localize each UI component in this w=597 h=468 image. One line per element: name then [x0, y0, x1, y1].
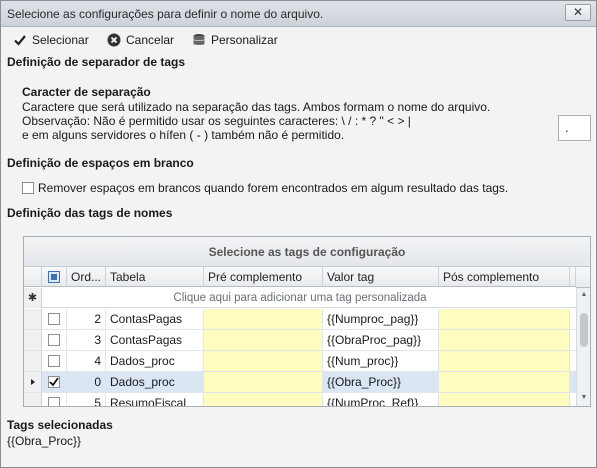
separator-input[interactable]: .: [558, 115, 591, 141]
scroll-down-icon[interactable]: ▼: [580, 394, 588, 402]
cell-valor-tag[interactable]: {{NumProc_Ref}}: [323, 393, 439, 406]
dialog-window: Selecione as configurações para definir …: [0, 0, 597, 468]
select-all-header[interactable]: [42, 267, 67, 287]
cell-tabela[interactable]: ResumoFiscal: [106, 393, 204, 406]
cell-pre-complemento[interactable]: [204, 372, 323, 392]
row-select-cell: [42, 372, 67, 392]
close-button[interactable]: ✕: [565, 4, 591, 21]
checkmark-icon: [49, 377, 59, 387]
row-select-cell: [42, 309, 67, 329]
current-row-icon: [31, 379, 35, 385]
new-row[interactable]: ✱ Clique aqui para adicionar uma tag per…: [24, 288, 576, 308]
cell-tabela[interactable]: Dados_proc: [106, 351, 204, 371]
table-row[interactable]: 3 ContasPagas {{ObraProc_pag}}: [24, 330, 576, 351]
window-title: Selecione as configurações para definir …: [7, 7, 324, 21]
cell-pre-complemento[interactable]: [204, 309, 323, 329]
cell-pos-complemento[interactable]: [439, 330, 570, 350]
whitespace-heading: Definição de espaços em branco: [7, 156, 194, 170]
cancel-icon: [107, 33, 121, 47]
row-select-cell: [42, 330, 67, 350]
selected-heading: Tags selecionadas: [7, 418, 113, 432]
row-checkbox[interactable]: [48, 376, 60, 388]
row-indicator[interactable]: [24, 372, 42, 392]
row-indicator[interactable]: [24, 309, 42, 329]
cell-pos-complemento[interactable]: [439, 393, 570, 406]
cell-pos-complemento[interactable]: [439, 309, 570, 329]
row-checkbox[interactable]: [48, 334, 60, 346]
cell-valor-tag[interactable]: {{ObraProc_pag}}: [323, 330, 439, 350]
cell-tabela[interactable]: Dados_proc: [106, 372, 204, 392]
row-indicator[interactable]: [24, 393, 42, 406]
scroll-thumb[interactable]: [580, 313, 588, 347]
cell-ord[interactable]: 3: [67, 330, 106, 350]
column-header-valor[interactable]: Valor tag: [323, 267, 439, 287]
title-bar: Selecione as configurações para definir …: [1, 1, 596, 27]
cell-valor-tag[interactable]: {{Numproc_pag}}: [323, 309, 439, 329]
cell-ord[interactable]: 2: [67, 309, 106, 329]
separator-heading: Definição de separador de tags: [7, 55, 186, 69]
row-indicator[interactable]: [24, 351, 42, 371]
row-indicator-header: [24, 267, 42, 287]
tags-heading: Definição das tags de nomes: [7, 206, 173, 220]
separator-note-2: e em alguns servidores o hífen ( - ) tam…: [22, 128, 345, 142]
row-checkbox[interactable]: [48, 355, 60, 367]
new-row-hint: Clique aqui para adicionar uma tag perso…: [173, 292, 427, 304]
cell-valor-tag[interactable]: {{Obra_Proc}}: [323, 372, 439, 392]
row-select-cell: [42, 393, 67, 406]
select-button[interactable]: Selecionar: [13, 31, 89, 49]
column-header-pos[interactable]: Pós complemento: [439, 267, 570, 287]
grid-caption: Selecione as tags de configuração: [24, 237, 590, 267]
row-indicator[interactable]: [24, 330, 42, 350]
checkmark-icon: [14, 35, 26, 46]
remove-spaces-label: Remover espaços em brancos quando forem …: [38, 181, 509, 195]
cell-ord[interactable]: 5: [67, 393, 106, 406]
select-label: Selecionar: [32, 33, 89, 47]
column-header-ord[interactable]: Ord...: [67, 267, 106, 287]
separator-note: Observação: Não é permitido usar os segu…: [22, 114, 411, 128]
personalize-label: Personalizar: [211, 33, 278, 47]
selected-tags-value: {{Obra_Proc}}: [7, 434, 82, 448]
row-select-cell: [42, 351, 67, 371]
scroll-up-icon[interactable]: ▲: [580, 291, 588, 299]
cell-tabela[interactable]: ContasPagas: [106, 309, 204, 329]
row-checkbox[interactable]: [48, 397, 60, 406]
select-all-checkbox[interactable]: [48, 271, 60, 283]
cell-ord[interactable]: 0: [67, 372, 106, 392]
cell-pos-complemento[interactable]: [439, 351, 570, 371]
cancel-button[interactable]: Cancelar: [107, 31, 174, 49]
new-row-icon: ✱: [24, 288, 42, 308]
grid-corner: [576, 267, 590, 288]
table-row[interactable]: 4 Dados_proc {{Num_proc}}: [24, 351, 576, 372]
cell-pre-complemento[interactable]: [204, 330, 323, 350]
cell-pre-complemento[interactable]: [204, 393, 323, 406]
personalize-button[interactable]: Personalizar: [192, 31, 278, 49]
cell-pos-complemento[interactable]: [439, 372, 570, 392]
close-icon: ✕: [572, 5, 584, 19]
database-icon: [193, 34, 205, 45]
remove-spaces-checkbox[interactable]: [22, 182, 34, 194]
table-row[interactable]: 0 Dados_proc {{Obra_Proc}}: [24, 372, 576, 393]
cell-valor-tag[interactable]: {{Num_proc}}: [323, 351, 439, 371]
vertical-scrollbar[interactable]: ▲ ▼: [576, 288, 590, 406]
cell-tabela[interactable]: ContasPagas: [106, 330, 204, 350]
column-header-tabela[interactable]: Tabela: [106, 267, 204, 287]
separator-subheading: Caracter de separação: [22, 85, 151, 99]
tags-grid: Selecione as tags de configuração Ord...…: [23, 236, 591, 407]
table-row[interactable]: 5 ResumoFiscal {{NumProc_Ref}}: [24, 393, 576, 406]
separator-description: Caractere que será utilizado na separaçã…: [22, 100, 491, 114]
cell-pre-complemento[interactable]: [204, 351, 323, 371]
cancel-label: Cancelar: [126, 33, 175, 47]
table-row[interactable]: 2 ContasPagas {{Numproc_pag}}: [24, 309, 576, 330]
cell-ord[interactable]: 4: [67, 351, 106, 371]
toolbar: Selecionar Cancelar Personalizar: [1, 28, 596, 52]
column-header-pre[interactable]: Pré complemento: [204, 267, 323, 287]
row-checkbox[interactable]: [48, 313, 60, 325]
